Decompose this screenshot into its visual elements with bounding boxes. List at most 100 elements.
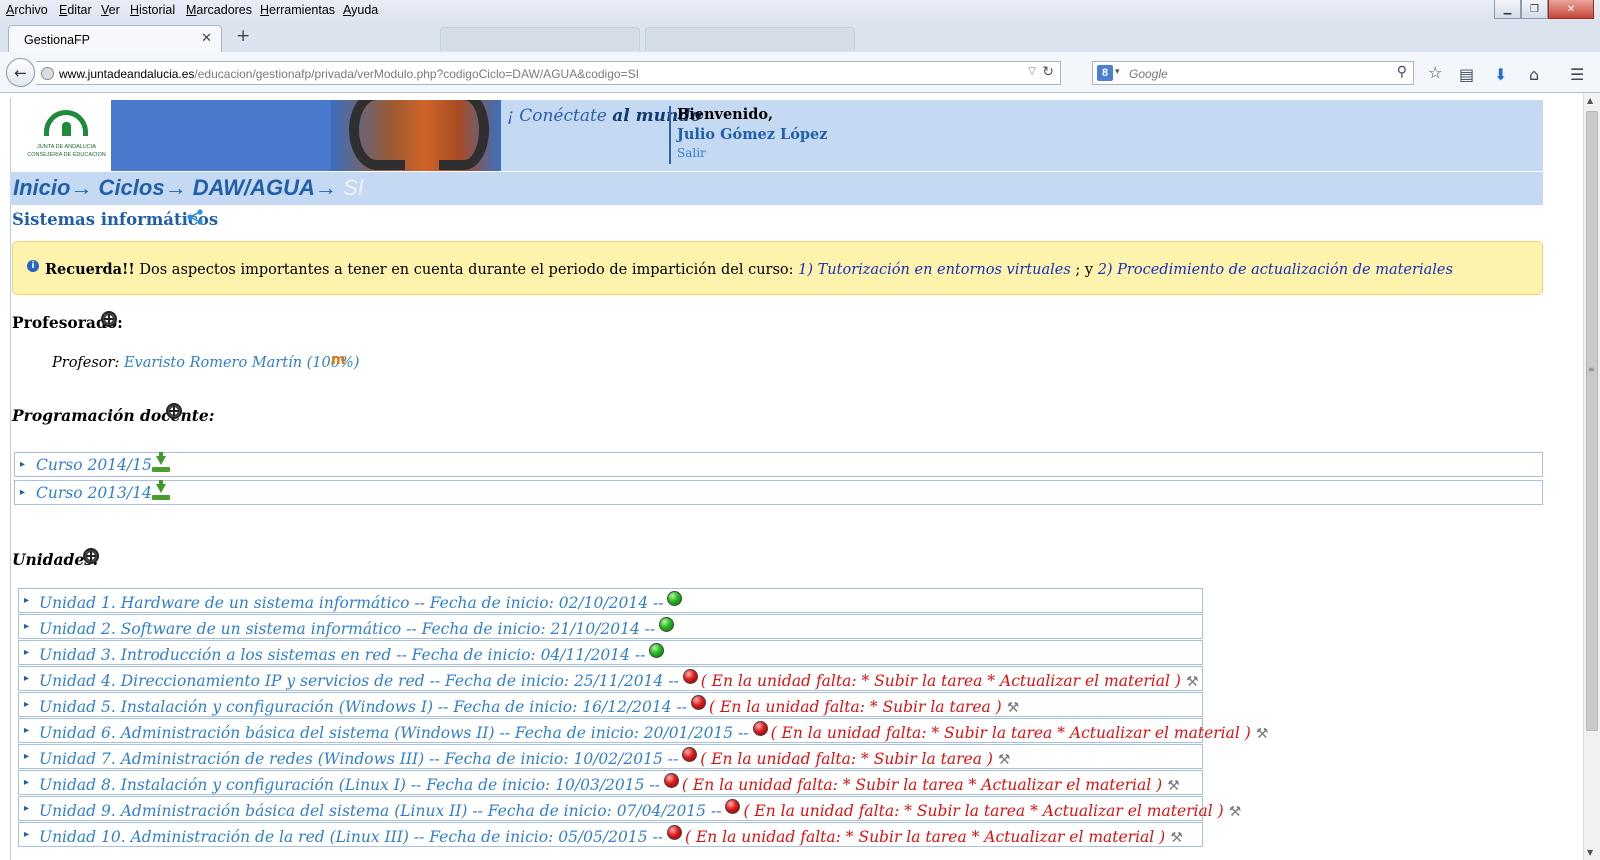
wrench-icon[interactable]: ⚒	[1186, 674, 1199, 690]
unit-row[interactable]: ▸ Unidad 5. Instalación y configuración (…	[18, 692, 1203, 717]
back-arrow-icon[interactable]: ←	[6, 58, 35, 87]
new-tab-icon[interactable]: +	[236, 26, 250, 46]
unit-link[interactable]: Unidad 8. Instalación y configuración (L…	[39, 773, 1180, 794]
unit-link[interactable]: Unidad 10. Administración de la red (Lin…	[39, 825, 1183, 846]
expand-arrow-icon[interactable]: ▸	[24, 647, 29, 658]
home-icon[interactable]: ⌂	[1529, 65, 1539, 84]
unit-row[interactable]: ▸ Unidad 7. Administración de redes (Wind…	[18, 744, 1203, 769]
menu-ver[interactable]: Ver	[101, 3, 120, 17]
breadcrumb-path[interactable]: Inicio→ Ciclos→ DAW/AGUA→	[13, 175, 343, 200]
unit-row[interactable]: ▸ Unidad 1. Hardware de un sistema inform…	[18, 588, 1203, 613]
unit-row[interactable]: ▸ Unidad 8. Instalación y configuración (…	[18, 770, 1203, 795]
chevron-down-icon[interactable]: ▾	[1115, 66, 1120, 77]
add-unit-icon[interactable]	[83, 548, 99, 564]
unit-row[interactable]: ▸ Unidad 6. Administración básica del sis…	[18, 718, 1268, 743]
hamburger-menu-icon[interactable]: ☰	[1570, 65, 1584, 84]
unit-link[interactable]: Unidad 2. Software de un sistema informá…	[39, 617, 675, 638]
reload-icon[interactable]: ↻	[1042, 64, 1054, 80]
tab-background[interactable]	[645, 27, 855, 51]
course-label[interactable]: Curso 2014/15	[36, 456, 152, 474]
unit-title[interactable]: Unidad 1. Hardware de un sistema informá…	[39, 594, 663, 612]
unit-link[interactable]: Unidad 7. Administración de redes (Windo…	[39, 747, 1010, 768]
downloads-icon[interactable]: ⬇	[1494, 65, 1507, 84]
unit-title[interactable]: Unidad 5. Instalación y configuración (W…	[39, 698, 687, 716]
wrench-icon[interactable]: ⚒	[998, 752, 1011, 768]
bookmark-star-icon[interactable]: ☆	[1428, 63, 1442, 82]
expand-arrow-icon[interactable]: ▸	[24, 803, 29, 814]
unit-row[interactable]: ▸ Unidad 2. Software de un sistema inform…	[18, 614, 1203, 639]
unit-title[interactable]: Unidad 8. Instalación y configuración (L…	[39, 776, 660, 794]
wrench-icon[interactable]: ⚒	[1007, 700, 1020, 716]
unit-link[interactable]: Unidad 3. Introducción a los sistemas en…	[39, 643, 665, 664]
expand-arrow-icon[interactable]: ▸	[20, 459, 25, 470]
logout-link[interactable]: Salir	[677, 146, 828, 160]
add-teacher-icon[interactable]	[101, 311, 117, 327]
unit-title[interactable]: Unidad 4. Direccionamiento IP y servicio…	[39, 672, 679, 690]
unit-row[interactable]: ▸ Unidad 3. Introducción a los sistemas e…	[18, 640, 1203, 665]
menu-ayuda[interactable]: Ayuda	[343, 3, 378, 17]
notice-strong: Recuerda!!	[45, 261, 135, 278]
wrench-icon[interactable]: ⚒	[1256, 726, 1269, 742]
history-dropdown-icon[interactable]: ▽	[1028, 66, 1036, 77]
download-icon[interactable]	[152, 452, 170, 472]
scroll-down-icon[interactable]: ▼	[1587, 848, 1593, 857]
tab-gestionafp[interactable]: GestionaFP ✕	[8, 25, 222, 53]
wrench-icon[interactable]: ⚒	[1170, 830, 1183, 846]
moodle-icon[interactable]: m	[331, 352, 346, 368]
expand-arrow-icon[interactable]: ▸	[24, 829, 29, 840]
add-programming-icon[interactable]	[166, 403, 182, 419]
expand-arrow-icon[interactable]: ▸	[24, 595, 29, 606]
unit-title[interactable]: Unidad 6. Administración básica del sist…	[39, 724, 749, 742]
unit-title[interactable]: Unidad 2. Software de un sistema informá…	[39, 620, 655, 638]
vertical-scrollbar[interactable]: ▲ ≡ ▼	[1583, 93, 1600, 860]
unit-title[interactable]: Unidad 7. Administración de redes (Windo…	[39, 750, 678, 768]
course-row[interactable]: ▸ Curso 2013/14	[14, 480, 1543, 505]
url-bar[interactable]: www.juntadeandalucia.es/educacion/gestio…	[36, 61, 1061, 85]
unit-row[interactable]: ▸ Unidad 4. Direccionamiento IP y servici…	[18, 666, 1203, 691]
reading-list-icon[interactable]: ▤	[1459, 65, 1474, 84]
menu-archivo[interactable]: Archivo	[6, 3, 48, 17]
expand-arrow-icon[interactable]: ▸	[20, 487, 25, 498]
unit-row[interactable]: ▸ Unidad 9. Administración básica del sis…	[18, 796, 1241, 821]
share-icon[interactable]	[186, 209, 204, 225]
google-engine-icon[interactable]: 8	[1097, 65, 1113, 81]
tab-background[interactable]	[440, 27, 640, 51]
link-tutorizacion[interactable]: 1) Tutorización en entornos virtuales	[798, 262, 1071, 278]
notice-text: Dos aspectos importantes a tener en cuen…	[134, 262, 799, 278]
unit-row[interactable]: ▸ Unidad 10. Administración de la red (Li…	[18, 822, 1203, 847]
expand-arrow-icon[interactable]: ▸	[24, 673, 29, 684]
teacher-link[interactable]: Evaristo Romero Martín (100%)	[124, 355, 359, 371]
unit-title[interactable]: Unidad 10. Administración de la red (Lin…	[39, 828, 663, 846]
restore-icon[interactable]: ❐	[1521, 0, 1548, 19]
wrench-icon[interactable]: ⚒	[1167, 778, 1180, 794]
unit-link[interactable]: Unidad 4. Direccionamiento IP y servicio…	[39, 669, 1199, 690]
expand-arrow-icon[interactable]: ▸	[24, 751, 29, 762]
unit-link[interactable]: Unidad 6. Administración básica del sist…	[39, 721, 1268, 742]
unit-title[interactable]: Unidad 3. Introducción a los sistemas en…	[39, 646, 645, 664]
unit-link[interactable]: Unidad 5. Instalación y configuración (W…	[39, 695, 1019, 716]
menu-historial[interactable]: Historial	[130, 3, 175, 17]
scroll-up-icon[interactable]: ▲	[1587, 96, 1593, 105]
download-icon[interactable]	[152, 480, 170, 500]
search-bar[interactable]: 8 ▾ Google ⚲	[1092, 61, 1414, 85]
unit-title[interactable]: Unidad 9. Administración básica del sist…	[39, 802, 721, 820]
expand-arrow-icon[interactable]: ▸	[24, 621, 29, 632]
scrollbar-thumb[interactable]	[1586, 111, 1598, 731]
wrench-icon[interactable]: ⚒	[1229, 804, 1242, 820]
course-row[interactable]: ▸ Curso 2014/15	[14, 452, 1543, 477]
unit-link[interactable]: Unidad 1. Hardware de un sistema informá…	[39, 591, 683, 612]
expand-arrow-icon[interactable]: ▸	[24, 725, 29, 736]
menu-editar[interactable]: Editar	[59, 3, 92, 17]
menu-herramientas[interactable]: Herramientas	[260, 3, 335, 17]
course-label[interactable]: Curso 2013/14	[36, 484, 152, 502]
junta-andalucia-logo[interactable]: JUNTA DE ANDALUCIA CONSEJERIA DE EDUCACI…	[22, 100, 111, 171]
expand-arrow-icon[interactable]: ▸	[24, 699, 29, 710]
close-window-icon[interactable]: ✕	[1548, 0, 1594, 19]
close-icon[interactable]: ✕	[201, 31, 212, 46]
menu-marcadores[interactable]: Marcadores	[186, 3, 252, 17]
search-icon[interactable]: ⚲	[1397, 64, 1407, 80]
expand-arrow-icon[interactable]: ▸	[24, 777, 29, 788]
minimize-icon[interactable]: ▁	[1494, 0, 1521, 19]
link-procedimiento[interactable]: 2) Procedimiento de actualización de mat…	[1098, 262, 1453, 278]
unit-link[interactable]: Unidad 9. Administración básica del sist…	[39, 799, 1241, 820]
